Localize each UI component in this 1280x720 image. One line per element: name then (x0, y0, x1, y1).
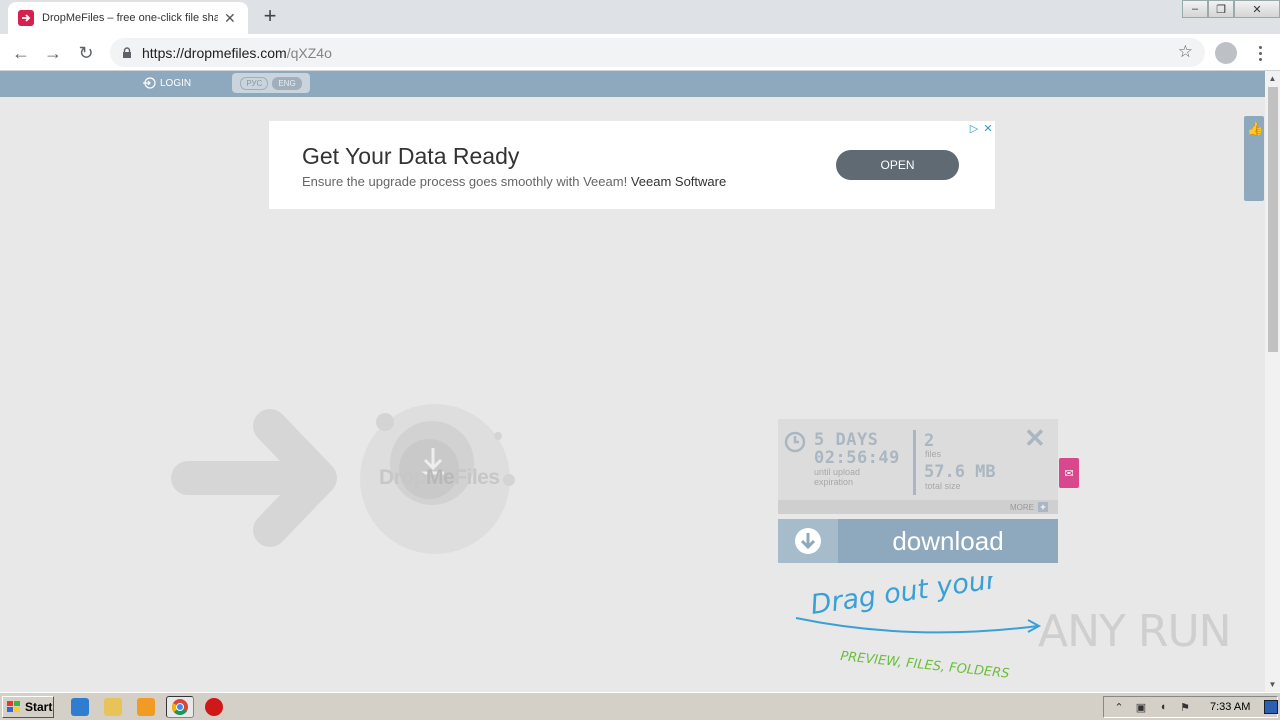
adchoices-icon[interactable]: ▷ (967, 121, 981, 135)
file-explorer-icon[interactable] (104, 698, 122, 716)
lock-icon (123, 46, 131, 58)
info-divider (913, 430, 916, 495)
scroll-down-icon[interactable]: ▼ (1265, 677, 1280, 692)
clock-icon (784, 431, 806, 453)
start-label: Start (25, 700, 53, 714)
start-button[interactable]: Start (2, 696, 54, 718)
like-side-tab[interactable]: 👍 (1244, 116, 1264, 201)
feedback-tag-icon[interactable]: ✉ (1059, 458, 1079, 488)
browser-menu-icon[interactable] (1250, 42, 1270, 64)
drag-text-line2: PREVIEW, FILES, FOLDERS (840, 649, 1010, 682)
profile-avatar-icon[interactable] (1215, 42, 1237, 64)
bookmark-star-icon[interactable]: ☆ (1178, 42, 1193, 62)
browser-tab[interactable]: DropMeFiles – free one-click file sharin… (8, 2, 248, 34)
ad-desc-text: Ensure the upgrade process goes smoothly… (302, 174, 628, 189)
system-tray: ⌃ ▣ ◖ ⚑ 7:33 AM (1103, 696, 1278, 718)
total-size: 57.6 MB (924, 462, 996, 482)
browser-toolbar: ← → ↻ https://dropmefiles.com/qXZ4o ☆ (0, 34, 1280, 71)
url-text: https://dropmefiles.com/qXZ4o (142, 45, 332, 61)
more-bar: MORE + (778, 500, 1058, 514)
lang-en[interactable]: ENG (272, 76, 302, 90)
dropmefiles-favicon-icon (18, 10, 34, 26)
login-link[interactable]: LOGIN (142, 77, 191, 89)
restore-button[interactable]: ❐ (1208, 0, 1234, 18)
media-player-icon[interactable] (137, 698, 155, 716)
window-close-button[interactable]: ✕ (1234, 0, 1280, 18)
address-bar[interactable]: https://dropmefiles.com/qXZ4o ☆ (110, 38, 1205, 67)
panel-close-icon[interactable]: ✕ (1024, 425, 1046, 451)
login-icon (143, 77, 156, 89)
window-controls: ‒ ❐ ✕ (1182, 0, 1280, 18)
expiration-label: until upload expiration (814, 467, 860, 487)
page-scrollbar[interactable]: ▲ ▼ (1265, 71, 1280, 692)
size-label: total size (925, 481, 961, 491)
taskbar: Start ⌃ ▣ ◖ ⚑ 7:33 AM (0, 692, 1280, 720)
scroll-up-icon[interactable]: ▲ (1265, 71, 1280, 86)
download-arrow-icon (795, 528, 821, 554)
ad-choices: ▷ ✕ (967, 121, 995, 135)
language-switcher: РУС ENG (232, 73, 310, 93)
scroll-thumb[interactable] (1268, 87, 1278, 352)
files-count: 2 (924, 431, 935, 451)
forward-icon[interactable]: → (41, 41, 65, 65)
tab-strip: DropMeFiles – free one-click file sharin… (0, 0, 1280, 34)
logo-drop: Drop (379, 466, 427, 489)
opera-icon[interactable] (205, 698, 223, 716)
tab-title: DropMeFiles – free one-click file sharin… (42, 12, 218, 24)
files-label: files (925, 449, 942, 459)
site-top-bar: LOGIN РУС ENG (0, 71, 1265, 97)
action-center-flag-icon[interactable]: ⚑ (1178, 700, 1192, 714)
logo-text: DropMeFiles (379, 466, 500, 490)
back-icon[interactable]: ← (9, 41, 33, 65)
login-label: LOGIN (160, 77, 192, 89)
download-button[interactable]: download (778, 519, 1058, 563)
new-tab-button[interactable]: + (258, 5, 282, 29)
thumbs-up-icon: 👍 (1247, 121, 1264, 136)
dropmefiles-logo: DropMeFiles (170, 391, 530, 561)
network-icon[interactable]: ▣ (1134, 700, 1148, 714)
minimize-button[interactable]: ‒ (1182, 0, 1208, 18)
windows-logo-icon (7, 701, 20, 712)
download-label: download (892, 525, 1004, 556)
ad-description: Ensure the upgrade process goes smoothly… (302, 174, 726, 189)
url-host: https://dropmefiles.com (142, 44, 287, 61)
ad-open-button[interactable]: OPEN (836, 150, 959, 180)
tray-expand-icon[interactable]: ⌃ (1112, 700, 1126, 714)
more-button[interactable]: MORE + (1010, 502, 1048, 512)
chrome-taskbar-icon[interactable] (166, 696, 194, 718)
logo-me: Me (426, 466, 455, 489)
expiration-label-1: until upload (814, 467, 861, 477)
ad-brand: Veeam Software (630, 174, 727, 189)
ad-close-icon[interactable]: ✕ (981, 121, 995, 135)
ad-title: Get Your Data Ready (302, 143, 520, 169)
drag-text-line1: Drag out your (809, 576, 1001, 621)
drag-out-hint: Drag out your PREVIEW, FILES, FOLDERS (795, 576, 1042, 682)
file-info-panel: 5 DAYS 02:56:49 until upload expiration 2 … (778, 419, 1058, 514)
expiration-label-2: expiration (814, 477, 854, 487)
clock[interactable]: 7:33 AM (1210, 701, 1250, 713)
url-path: /qXZ4o (286, 44, 332, 61)
plus-icon: + (1038, 502, 1048, 512)
show-desktop-icon[interactable] (1264, 700, 1278, 714)
expiration-time: 02:56:49 (814, 448, 900, 468)
download-icon-box (778, 519, 838, 563)
anyrun-watermark: ANY RUN (1038, 606, 1232, 657)
expiration-days: 5 DAYS (814, 430, 879, 450)
tab-close-icon[interactable]: ✕ (224, 10, 236, 27)
page-content: LOGIN РУС ENG Get Your Data Ready Ensure… (0, 71, 1265, 692)
expiration-timer: 5 DAYS 02:56:49 (814, 431, 900, 467)
ad-banner[interactable]: Get Your Data Ready Ensure the upgrade p… (269, 121, 995, 209)
lang-ru[interactable]: РУС (240, 76, 269, 90)
volume-icon[interactable]: ◖ (1156, 700, 1170, 714)
more-label: MORE (1010, 502, 1034, 512)
internet-explorer-icon[interactable] (71, 698, 89, 716)
logo-files: Files (454, 466, 500, 489)
reload-icon[interactable]: ↻ (74, 41, 98, 65)
